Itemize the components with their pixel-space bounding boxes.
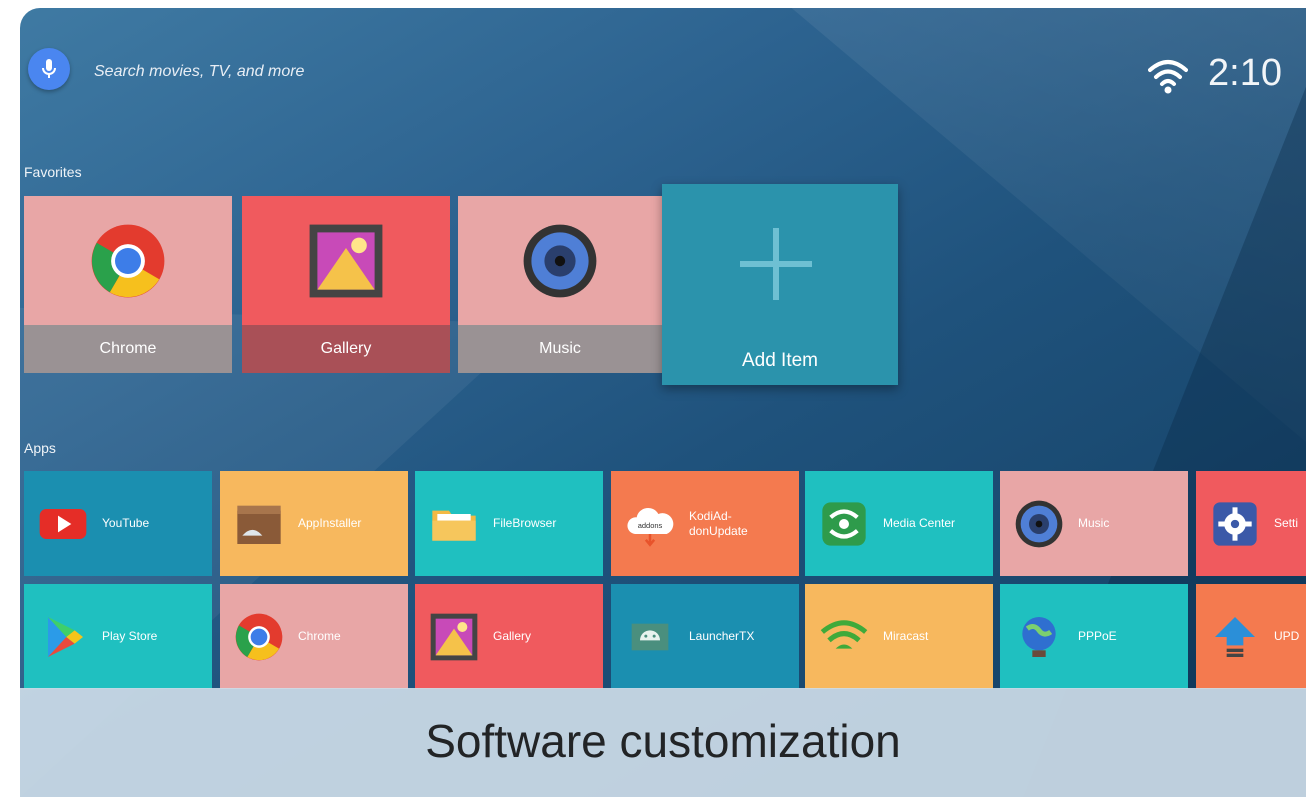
wifi-icon [1148,56,1188,96]
app-label: PPPoE [1078,629,1117,643]
app-tile-pppoe[interactable]: PPPoE [1000,584,1188,689]
app-tile-kodiad-donupdate[interactable]: addons KodiAd- donUpdate [611,471,799,576]
gallery-icon [427,610,481,664]
upload-icon [1208,610,1262,664]
app-label: Gallery [493,629,532,643]
box-icon [232,497,286,551]
speaker-icon [1012,497,1066,551]
app-label: Media Center [883,516,956,530]
app-tile-youtube[interactable]: YouTube [24,471,212,576]
folder-icon [427,497,481,551]
cloud-icon: addons [623,497,677,551]
settings-icon [1208,497,1262,551]
app-label: KodiAd- donUpdate [689,508,748,538]
app-label: LauncherTX [689,629,755,643]
app-label: FileBrowser [493,516,557,530]
media-center-icon [817,497,871,551]
favorite-tile-music[interactable]: Music [458,196,662,373]
apps-heading: Apps [24,440,56,456]
favorite-label: Gallery [242,325,450,373]
play-store-icon [36,610,90,664]
globe-icon [1012,610,1066,664]
add-item-label: Add Item [741,350,819,371]
app-label: Chrome [298,629,341,643]
app-tile-media-center[interactable]: Media Center [805,471,993,576]
gallery-icon [242,196,450,325]
favorite-tile-chrome[interactable]: Chrome [24,196,232,373]
app-label: Music [1078,516,1110,530]
app-tile-gallery[interactable]: Gallery [415,584,603,689]
svg-text:addons: addons [638,521,663,530]
add-item-tile[interactable]: Add Item [662,184,898,385]
app-label: Play Store [102,629,158,643]
favorite-label: Music [458,325,662,373]
search-bar[interactable]: Search movies, TV, and more [94,63,304,81]
app-tile-upd[interactable]: UPD [1196,584,1306,689]
clock: 2:10 [1208,52,1282,94]
app-label: AppInstaller [298,516,362,530]
mic-icon[interactable] [28,48,70,90]
wifi-icon [817,610,871,664]
app-tile-play-store[interactable]: Play Store [24,584,212,689]
app-tile-launchertx[interactable]: LauncherTX [611,584,799,689]
app-label: UPD [1274,629,1300,643]
youtube-icon [36,497,90,551]
chrome-icon [232,610,286,664]
app-tile-miracast[interactable]: Miracast [805,584,993,689]
favorites-heading: Favorites [24,164,82,180]
app-tile-music[interactable]: Music [1000,471,1188,576]
chrome-icon [24,196,232,325]
app-label: Setti [1274,516,1299,530]
favorite-tile-gallery[interactable]: Gallery [242,196,450,373]
caption-banner: Software customization [20,688,1306,797]
app-tile-filebrowser[interactable]: FileBrowser [415,471,603,576]
app-label: Miracast [883,629,929,643]
caption-text: Software customization [425,714,901,767]
app-tile-chrome[interactable]: Chrome [220,584,408,689]
search-placeholder: Search movies, TV, and more [94,63,305,80]
app-label: YouTube [102,516,150,530]
app-tile-appinstaller[interactable]: AppInstaller [220,471,408,576]
android-icon [623,610,677,664]
speaker-icon [458,196,662,325]
plus-icon [740,228,812,300]
app-tile-setti[interactable]: Setti [1196,471,1306,576]
tv-launcher-screen: Search movies, TV, and more 2:10 Favorit… [20,8,1306,797]
favorite-label: Chrome [24,325,232,373]
